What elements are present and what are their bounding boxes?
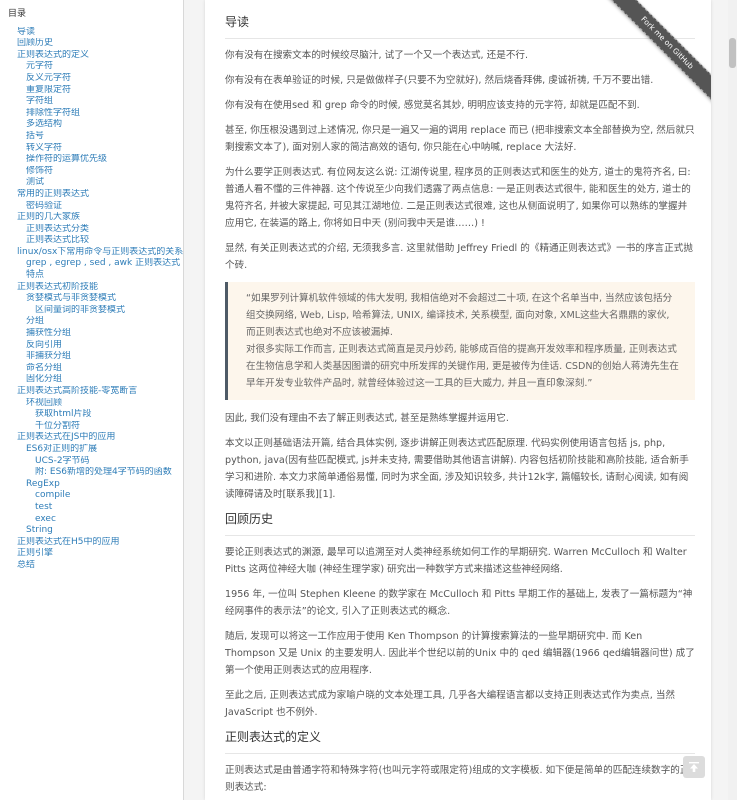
toc-item[interactable]: String: [0, 525, 183, 537]
toc-item[interactable]: 正则表达式分类: [0, 224, 183, 236]
toc-item[interactable]: 正则表达式比较: [0, 235, 183, 247]
toc-item[interactable]: 千位分割符: [0, 421, 183, 433]
section-definition: 正则表达式的定义 正则表达式是由普通字符和特殊字符(也叫元字符或限定符)组成的文…: [225, 729, 695, 796]
toc-item[interactable]: grep , egrep , sed , awk 正则表达式特点: [0, 258, 183, 281]
section-history: 回顾历史 要论正则表达式的渊源, 最早可以追溯至对人类神经系统如何工作的早期研究…: [225, 511, 695, 721]
toc-item[interactable]: 环视回顾: [0, 398, 183, 410]
article-content: 导读 你有没有在搜索文本的时候绞尽脑汁, 试了一个又一个表达式, 还是不行. 你…: [205, 0, 711, 796]
paragraph: 要论正则表达式的渊源, 最早可以追溯至对人类神经系统如何工作的早期研究. War…: [225, 547, 687, 575]
arrow-up-icon: [689, 762, 699, 772]
quote-paragraph: “如果罗列计算机软件领域的伟大发明, 我相信绝对不会超过二十项, 在这个名单当中…: [246, 293, 673, 338]
toc-item[interactable]: 反义元字符: [0, 73, 183, 85]
github-ribbon-wrap: Fork me on GitHub: [601, 0, 711, 110]
toc-item[interactable]: 元字符: [0, 61, 183, 73]
toc-item[interactable]: RegExp: [0, 479, 183, 491]
toc-list: 导读 回顾历史 正则表达式的定义 元字符 反义元字符 重复限定符 字符组 排除性字符组 多选结构…: [0, 27, 183, 572]
toc-item[interactable]: 正则引擎: [0, 548, 183, 560]
toc-item[interactable]: 正则表达式高阶技能-零宽断言: [0, 386, 183, 398]
paragraph: 正则表达式是由普通字符和特殊字符(也叫元字符或限定符)组成的文字模板. 如下便是…: [225, 765, 690, 793]
paragraph: 至此之后, 正则表达式成为家喻户晓的文本处理工具, 几乎各大编程语言都以支持正则…: [225, 690, 676, 718]
toc-item[interactable]: 正则表达式初阶技能: [0, 282, 183, 294]
section-heading: 正则表达式的定义: [225, 729, 695, 754]
preface-quote: “如果罗列计算机软件领域的伟大发明, 我相信绝对不会超过二十项, 在这个名单当中…: [225, 282, 695, 400]
toc-item[interactable]: 字符组: [0, 96, 183, 108]
paragraph: 本文以正则基础语法开篇, 结合具体实例, 逐步讲解正则表达式匹配原理. 代码实例…: [225, 438, 689, 500]
toc-item[interactable]: 获取html片段: [0, 409, 183, 421]
paragraph: 显然, 有关正则表达式的介绍, 无须我多言. 这里就借助 Jeffrey Fri…: [225, 243, 693, 271]
paragraph: 因此, 我们没有理由不去了解正则表达式, 甚至是熟练掌握并运用它.: [225, 413, 509, 424]
toc-item[interactable]: 正则的几大家族: [0, 212, 183, 224]
toc-item[interactable]: 正则表达式在JS中的应用: [0, 432, 183, 444]
toc-item[interactable]: 多选结构: [0, 119, 183, 131]
paragraph: 为什么要学正则表达式. 有位网友这么说: 江湖传说里, 程序员的正则表达式和医生…: [225, 167, 691, 229]
toc-item[interactable]: 附: ES6新增的处理4字节码的函数: [0, 467, 183, 479]
toc-item[interactable]: test: [0, 502, 183, 514]
toc-item[interactable]: 区间量词的非贪婪模式: [0, 305, 183, 317]
toc-item[interactable]: linux/osx下常用命令与正则表达式的关系: [0, 247, 183, 259]
paragraph: 甚至, 你压根没遇到过上述情况, 你只是一遍又一遍的调用 replace 而已 …: [225, 125, 695, 153]
toc-item[interactable]: exec: [0, 514, 183, 526]
toc-item[interactable]: 捕获性分组: [0, 328, 183, 340]
toc-item[interactable]: 导读: [0, 27, 183, 39]
toc-item[interactable]: 排除性字符组: [0, 108, 183, 120]
article-panel: 导读 你有没有在搜索文本的时候绞尽脑汁, 试了一个又一个表达式, 还是不行. 你…: [205, 0, 711, 800]
toc-item[interactable]: 固化分组: [0, 374, 183, 386]
toc-item[interactable]: 测试: [0, 177, 183, 189]
toc-title: 目录: [8, 9, 27, 19]
toc-item[interactable]: 常用的正则表达式: [0, 189, 183, 201]
toc-item[interactable]: 非捕获分组: [0, 351, 183, 363]
scrollbar-thumb[interactable]: [729, 38, 736, 68]
toc-item[interactable]: 贪婪模式与非贪婪模式: [0, 293, 183, 305]
toc-item[interactable]: 操作符的运算优先级: [0, 154, 183, 166]
toc-item[interactable]: ES6对正则的扩展: [0, 444, 183, 456]
fork-github-ribbon[interactable]: Fork me on GitHub: [604, 0, 711, 106]
toc-item[interactable]: 转义字符: [0, 143, 183, 155]
toc-item[interactable]: compile: [0, 490, 183, 502]
toc-item[interactable]: 正则表达式的定义: [0, 50, 183, 62]
toc-item[interactable]: 分组: [0, 316, 183, 328]
toc-item[interactable]: 回顾历史: [0, 38, 183, 50]
page-scrollbar[interactable]: [728, 0, 737, 800]
toc-item[interactable]: 反向引用: [0, 340, 183, 352]
toc-item[interactable]: 命名分组: [0, 363, 183, 375]
paragraph: 随后, 发现可以将这一工作应用于使用 Ken Thompson 的计算搜索算法的…: [225, 631, 695, 676]
section-heading: 回顾历史: [225, 511, 695, 536]
paragraph: 1956 年, 一位叫 Stephen Kleene 的数学家在 McCullo…: [225, 589, 693, 617]
toc-item[interactable]: UCS-2字节码: [0, 456, 183, 468]
toc-sidebar: 目录 导读 回顾历史 正则表达式的定义 元字符 反义元字符 重复限定符 字符组 排除性字符组多…: [0, 0, 184, 800]
toc-item[interactable]: 总结: [0, 560, 183, 572]
toc-item[interactable]: 修饰符: [0, 166, 183, 178]
toc-item[interactable]: 括号: [0, 131, 183, 143]
toc-item[interactable]: 重复限定符: [0, 85, 183, 97]
toc-item[interactable]: 正则表达式在H5中的应用: [0, 537, 183, 549]
quote-paragraph: 对很多实际工作而言, 正则表达式简直是灵丹妙药, 能够成百倍的提高开发效率和程序…: [246, 344, 679, 389]
back-to-top-button[interactable]: [683, 756, 705, 778]
toc-item[interactable]: 密码验证: [0, 201, 183, 213]
